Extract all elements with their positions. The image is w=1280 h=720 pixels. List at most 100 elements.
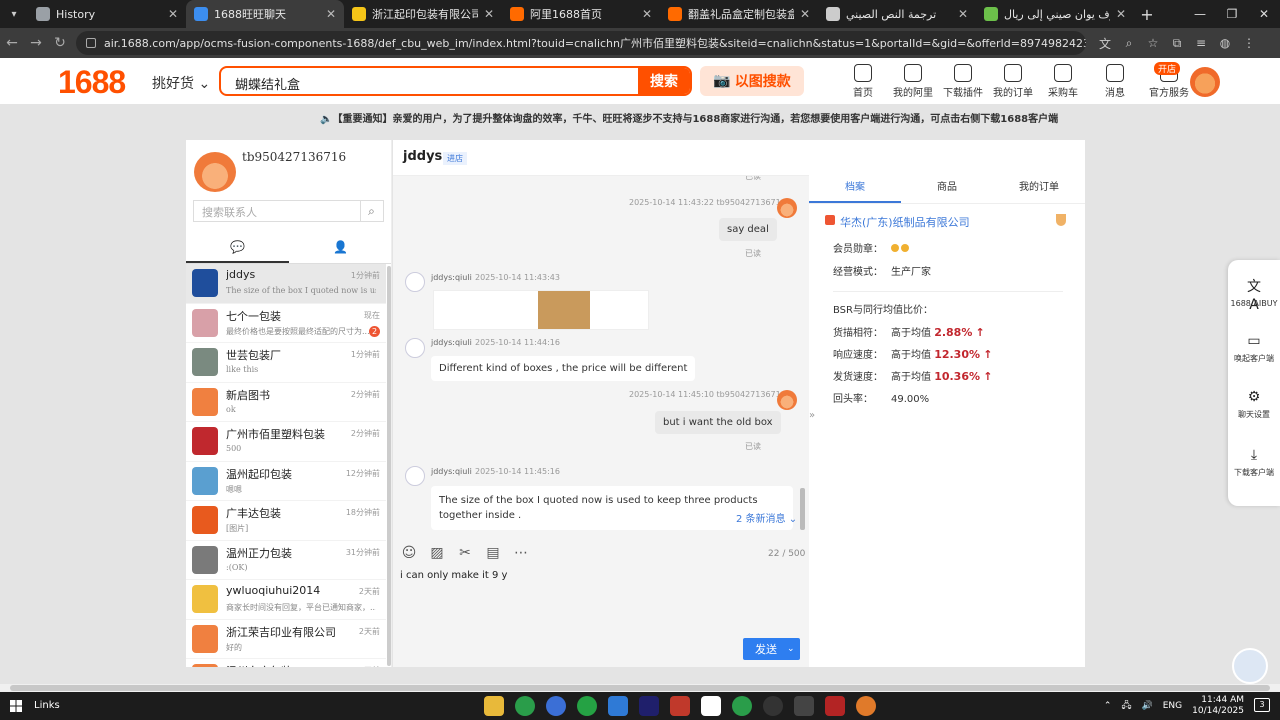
contact-item[interactable]: 温州起印包装 嗯嗯 12分钟前 [186,462,386,501]
language-indicator[interactable]: ENG [1163,701,1182,711]
header-nav-item[interactable]: 我的阿里 [888,64,938,99]
browser-tab[interactable]: سعر صرف يوان صيني إلى ريال ... ✕ [976,0,1134,28]
contact-item[interactable]: 浙江荣吉印业有限公司 好的 2天前 [186,620,386,659]
windows-start-icon[interactable] [10,700,22,712]
open-store-badge[interactable]: 开店 [1154,62,1181,75]
close-tab-icon[interactable]: ✕ [168,7,178,21]
volume-icon[interactable]: 🔊 [1142,701,1153,711]
contact-item[interactable]: 温州东方包装 2天前 [186,659,386,667]
tab-search-icon[interactable]: ▾ [0,0,28,28]
dock-item[interactable]: 文A 1688 AIBUY [1228,278,1280,313]
header-nav-item[interactable]: 下载插件 [938,64,988,99]
contact-item[interactable]: 广州市佰里塑料包装 500 2分钟前 [186,422,386,462]
send-button[interactable]: 发送 ⌄ [743,638,800,660]
message-image[interactable] [433,290,649,330]
tab-chats[interactable]: 💬 [186,240,289,263]
profile-icon[interactable]: ◍ [1214,32,1236,54]
more-chat-icon[interactable]: ⋯ [511,543,531,563]
zoom-icon[interactable]: ⌕ [1118,32,1140,54]
close-tab-icon[interactable]: ✕ [958,7,968,21]
show-hidden-icons[interactable]: ⌃ [1104,701,1112,711]
forward-icon[interactable]: → [24,28,48,58]
whatsapp-icon[interactable] [577,696,597,716]
chrome-icon[interactable] [515,696,535,716]
horizontal-scrollbar[interactable] [0,684,1280,692]
message-scrollbar[interactable] [800,488,805,530]
translate-page-icon[interactable]: 文 [1094,32,1116,54]
calculator-icon[interactable] [794,696,814,716]
dock-item[interactable]: ⚙ 聊天设置 [1228,388,1280,420]
app-icon[interactable] [608,696,628,716]
message-input[interactable]: i can only make it 9 y [400,570,507,581]
tab-profile[interactable]: 档案 [809,178,901,203]
quick-reply-icon[interactable]: ▤ [483,543,503,563]
search-button[interactable]: 搜索 [638,68,690,94]
assistant-robot-icon[interactable] [1232,648,1268,684]
media-icon[interactable]: ≡ [1190,32,1212,54]
close-tab-icon[interactable]: ✕ [642,7,652,21]
header-nav-item[interactable]: 消息 [1088,64,1142,99]
notification-center-icon[interactable]: 3 [1254,698,1270,712]
tab-my-orders[interactable]: 我的订单 [993,178,1085,203]
contact-item[interactable]: 新启图书 ok 2分钟前 [186,383,386,422]
header-nav-item[interactable]: 我的订单 [988,64,1038,99]
back-icon[interactable]: ← [0,28,24,58]
close-tab-icon[interactable]: ✕ [326,7,336,21]
image-icon[interactable]: ▨ [427,543,447,563]
app-icon[interactable] [670,696,690,716]
new-messages-indicator[interactable]: 2 条新消息 ⌄ [736,510,797,525]
tab-products[interactable]: 商品 [901,178,993,203]
app-icon[interactable] [856,696,876,716]
minimize-icon[interactable]: — [1184,0,1216,28]
browser-tab[interactable]: 阿里1688首页 ✕ [502,0,660,28]
enter-shop-tag[interactable]: 进店 [443,152,467,165]
app-icon[interactable] [546,696,566,716]
bookmark-star-icon[interactable]: ☆ [1142,32,1164,54]
contact-item[interactable]: 七个一包装 最终价格也是要按照最终适配的尺寸为... 现在 2 [186,304,386,343]
contact-item[interactable]: jddys The size of the box I quoted now is… [186,264,386,304]
scissors-icon[interactable]: ✂ [455,543,475,563]
user-avatar[interactable] [1190,67,1220,97]
search-icon[interactable]: ⌕ [360,200,384,222]
browser-tab[interactable]: 翻盖礼品盒定制包装盒定做中... ✕ [660,0,818,28]
tab-contacts[interactable]: 👤 [289,240,391,263]
browser-tab[interactable]: 浙江起印包装有限公司-企业信... ✕ [344,0,502,28]
new-tab-button[interactable]: + [1134,5,1160,24]
chevron-down-icon[interactable]: ⌄ [787,644,795,654]
browser-tab[interactable]: History ✕ [28,0,186,28]
app-icon[interactable] [763,696,783,716]
url-field[interactable]: air.1688.com/app/ocms-fusion-components-… [76,31,1086,55]
close-window-icon[interactable]: ✕ [1248,0,1280,28]
premiere-icon[interactable] [639,696,659,716]
dock-item[interactable]: ⤓ 下载客户端 [1228,446,1280,478]
reload-icon[interactable]: ↻ [48,28,72,58]
company-name[interactable]: 华杰(广东)纸制品有限公司 [840,214,970,230]
browser-menu-icon[interactable]: ⋮ [1238,32,1260,54]
emoji-icon[interactable]: ☺ [399,543,419,563]
contact-item[interactable]: 世芸包装厂 like this 1分钟前 [186,343,386,383]
contact-list-scrollbar[interactable] [387,266,391,666]
clock[interactable]: 11:44 AM 10/14/2025 [1192,695,1244,717]
contact-item[interactable]: ywluoqiuhui2014 商家长时间没有回复，平台已通知商家，... 2天前 [186,580,386,620]
contact-item[interactable]: 温州正力包装:(OK) 31分钟前 [186,541,386,580]
extensions-icon[interactable]: ⧉ [1166,32,1188,54]
links-toolbar[interactable]: Links [34,700,60,711]
chrome-icon[interactable] [732,696,752,716]
browser-tab[interactable]: ترجمة النص الصيني ✕ [818,0,976,28]
contact-item[interactable]: 广丰达包装 [图片] 18分钟前 [186,501,386,541]
restore-icon[interactable]: ❐ [1216,0,1248,28]
expand-arrow-icon[interactable]: » [809,410,815,421]
image-search-button[interactable]: 📷 以图搜款 [700,66,804,96]
contact-search-input[interactable]: 搜索联系人 [193,200,361,222]
site-logo[interactable]: 1688 [58,64,126,101]
file-explorer-icon[interactable] [484,696,504,716]
network-icon[interactable]: 🖧 [1121,698,1131,714]
close-tab-icon[interactable]: ✕ [1116,7,1126,21]
header-nav-item[interactable]: 采购车 [1038,64,1088,99]
scroll-thumb[interactable] [10,685,1270,691]
header-nav-item[interactable]: 首页 [838,64,888,99]
dock-item[interactable]: ▭ 唤起客户端 [1228,332,1280,364]
app-icon[interactable] [825,696,845,716]
close-tab-icon[interactable]: ✕ [800,7,810,21]
pick-goods-dropdown[interactable]: 挑好货 ⌄ [152,73,210,93]
